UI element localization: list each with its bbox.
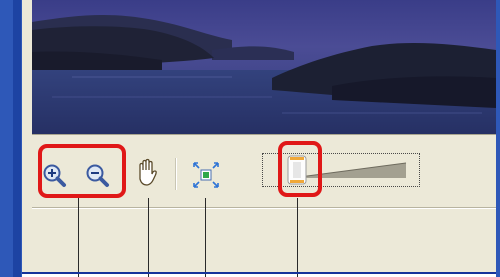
- callout-leader-pan: [148, 198, 149, 277]
- callout-leader-slider: [297, 198, 298, 277]
- window-frame-bottom: [22, 272, 496, 274]
- window-frame-right: [496, 0, 500, 277]
- fit-to-window-button[interactable]: [193, 162, 219, 188]
- preview-panel: [22, 0, 496, 272]
- fit-to-window-icon: [193, 162, 219, 188]
- zoom-slider-highlight: [278, 141, 322, 197]
- window-frame-left: [0, 0, 22, 277]
- callout-leader-zoom: [78, 198, 79, 277]
- zoom-buttons-highlight: [38, 144, 126, 198]
- landscape-photo: [32, 0, 496, 134]
- pan-button[interactable]: [134, 158, 160, 188]
- image-preview[interactable]: [32, 0, 496, 135]
- hand-icon: [139, 158, 157, 186]
- zoom-toolbar: [22, 134, 496, 206]
- toolbar-separator: [175, 158, 177, 190]
- callout-leader-fit: [205, 198, 206, 277]
